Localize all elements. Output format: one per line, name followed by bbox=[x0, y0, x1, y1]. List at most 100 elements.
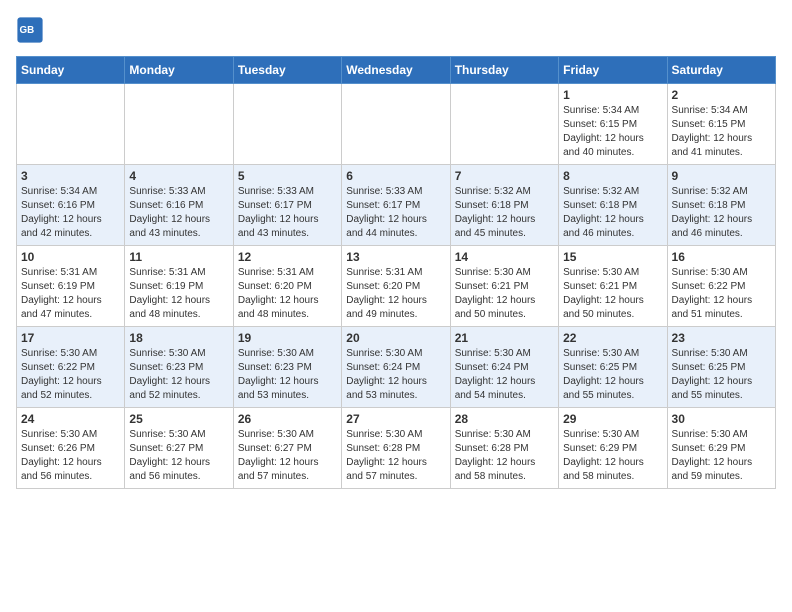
day-info: Sunrise: 5:31 AM Sunset: 6:19 PM Dayligh… bbox=[21, 266, 120, 322]
calendar-cell bbox=[125, 84, 233, 165]
day-number: 20 bbox=[346, 331, 445, 345]
calendar-cell: 11 Sunrise: 5:31 AM Sunset: 6:19 PM Dayli… bbox=[125, 246, 233, 327]
day-number: 21 bbox=[455, 331, 554, 345]
calendar-cell: 8 Sunrise: 5:32 AM Sunset: 6:18 PM Daylig… bbox=[559, 165, 667, 246]
day-info: Sunrise: 5:31 AM Sunset: 6:19 PM Dayligh… bbox=[129, 266, 228, 322]
day-info: Sunrise: 5:34 AM Sunset: 6:15 PM Dayligh… bbox=[672, 104, 771, 160]
calendar-cell: 30 Sunrise: 5:30 AM Sunset: 6:29 PM Dayli… bbox=[667, 408, 775, 489]
logo: GB bbox=[16, 16, 48, 44]
day-number: 6 bbox=[346, 169, 445, 183]
day-number: 9 bbox=[672, 169, 771, 183]
calendar-cell: 20 Sunrise: 5:30 AM Sunset: 6:24 PM Dayli… bbox=[342, 327, 450, 408]
calendar-cell bbox=[342, 84, 450, 165]
calendar-cell: 28 Sunrise: 5:30 AM Sunset: 6:28 PM Dayli… bbox=[450, 408, 558, 489]
calendar-week-5: 24 Sunrise: 5:30 AM Sunset: 6:26 PM Dayli… bbox=[17, 408, 776, 489]
day-info: Sunrise: 5:30 AM Sunset: 6:29 PM Dayligh… bbox=[672, 428, 771, 484]
header-cell-sunday: Sunday bbox=[17, 57, 125, 84]
day-info: Sunrise: 5:30 AM Sunset: 6:28 PM Dayligh… bbox=[346, 428, 445, 484]
day-info: Sunrise: 5:30 AM Sunset: 6:23 PM Dayligh… bbox=[238, 347, 337, 403]
calendar-cell: 22 Sunrise: 5:30 AM Sunset: 6:25 PM Dayli… bbox=[559, 327, 667, 408]
day-info: Sunrise: 5:30 AM Sunset: 6:28 PM Dayligh… bbox=[455, 428, 554, 484]
calendar-cell: 23 Sunrise: 5:30 AM Sunset: 6:25 PM Dayli… bbox=[667, 327, 775, 408]
day-number: 14 bbox=[455, 250, 554, 264]
calendar-week-1: 1 Sunrise: 5:34 AM Sunset: 6:15 PM Daylig… bbox=[17, 84, 776, 165]
calendar-cell: 15 Sunrise: 5:30 AM Sunset: 6:21 PM Dayli… bbox=[559, 246, 667, 327]
calendar-table: SundayMondayTuesdayWednesdayThursdayFrid… bbox=[16, 56, 776, 489]
day-number: 22 bbox=[563, 331, 662, 345]
day-number: 19 bbox=[238, 331, 337, 345]
header-cell-saturday: Saturday bbox=[667, 57, 775, 84]
calendar-cell: 2Sunrise: 5:34 AM Sunset: 6:15 PM Daylig… bbox=[667, 84, 775, 165]
calendar-cell bbox=[17, 84, 125, 165]
day-number: 5 bbox=[238, 169, 337, 183]
day-info: Sunrise: 5:30 AM Sunset: 6:23 PM Dayligh… bbox=[129, 347, 228, 403]
day-info: Sunrise: 5:32 AM Sunset: 6:18 PM Dayligh… bbox=[563, 185, 662, 241]
calendar-cell: 1 Sunrise: 5:34 AM Sunset: 6:15 PM Daylig… bbox=[559, 84, 667, 165]
calendar-cell: 9 Sunrise: 5:32 AM Sunset: 6:18 PM Daylig… bbox=[667, 165, 775, 246]
day-number: 29 bbox=[563, 412, 662, 426]
calendar-cell: 25 Sunrise: 5:30 AM Sunset: 6:27 PM Dayli… bbox=[125, 408, 233, 489]
calendar-week-4: 17Sunrise: 5:30 AM Sunset: 6:22 PM Dayli… bbox=[17, 327, 776, 408]
calendar-week-2: 3 Sunrise: 5:34 AM Sunset: 6:16 PM Daylig… bbox=[17, 165, 776, 246]
day-number: 18 bbox=[129, 331, 228, 345]
day-number: 23 bbox=[672, 331, 771, 345]
calendar-cell bbox=[233, 84, 341, 165]
calendar-cell: 13 Sunrise: 5:31 AM Sunset: 6:20 PM Dayli… bbox=[342, 246, 450, 327]
day-number: 28 bbox=[455, 412, 554, 426]
calendar-cell: 12 Sunrise: 5:31 AM Sunset: 6:20 PM Dayli… bbox=[233, 246, 341, 327]
day-number: 26 bbox=[238, 412, 337, 426]
day-info: Sunrise: 5:30 AM Sunset: 6:25 PM Dayligh… bbox=[672, 347, 771, 403]
day-number: 8 bbox=[563, 169, 662, 183]
day-info: Sunrise: 5:30 AM Sunset: 6:21 PM Dayligh… bbox=[563, 266, 662, 322]
day-number: 7 bbox=[455, 169, 554, 183]
day-info: Sunrise: 5:31 AM Sunset: 6:20 PM Dayligh… bbox=[238, 266, 337, 322]
day-info: Sunrise: 5:30 AM Sunset: 6:24 PM Dayligh… bbox=[455, 347, 554, 403]
day-number: 13 bbox=[346, 250, 445, 264]
day-info: Sunrise: 5:34 AM Sunset: 6:16 PM Dayligh… bbox=[21, 185, 120, 241]
calendar-week-3: 10 Sunrise: 5:31 AM Sunset: 6:19 PM Dayli… bbox=[17, 246, 776, 327]
calendar-cell: 18 Sunrise: 5:30 AM Sunset: 6:23 PM Dayli… bbox=[125, 327, 233, 408]
calendar-cell: 4Sunrise: 5:33 AM Sunset: 6:16 PM Daylig… bbox=[125, 165, 233, 246]
day-number: 25 bbox=[129, 412, 228, 426]
calendar-cell: 17Sunrise: 5:30 AM Sunset: 6:22 PM Dayli… bbox=[17, 327, 125, 408]
calendar-cell: 19 Sunrise: 5:30 AM Sunset: 6:23 PM Dayli… bbox=[233, 327, 341, 408]
calendar-header-row: SundayMondayTuesdayWednesdayThursdayFrid… bbox=[17, 57, 776, 84]
day-number: 4 bbox=[129, 169, 228, 183]
day-number: 27 bbox=[346, 412, 445, 426]
day-info: Sunrise: 5:30 AM Sunset: 6:24 PM Dayligh… bbox=[346, 347, 445, 403]
day-info: Sunrise: 5:33 AM Sunset: 6:17 PM Dayligh… bbox=[238, 185, 337, 241]
calendar-cell: 27 Sunrise: 5:30 AM Sunset: 6:28 PM Dayli… bbox=[342, 408, 450, 489]
day-info: Sunrise: 5:34 AM Sunset: 6:15 PM Dayligh… bbox=[563, 104, 662, 160]
day-info: Sunrise: 5:30 AM Sunset: 6:22 PM Dayligh… bbox=[21, 347, 120, 403]
day-number: 12 bbox=[238, 250, 337, 264]
day-info: Sunrise: 5:30 AM Sunset: 6:22 PM Dayligh… bbox=[672, 266, 771, 322]
calendar-cell: 14Sunrise: 5:30 AM Sunset: 6:21 PM Dayli… bbox=[450, 246, 558, 327]
day-info: Sunrise: 5:30 AM Sunset: 6:25 PM Dayligh… bbox=[563, 347, 662, 403]
header-cell-wednesday: Wednesday bbox=[342, 57, 450, 84]
day-number: 3 bbox=[21, 169, 120, 183]
day-info: Sunrise: 5:32 AM Sunset: 6:18 PM Dayligh… bbox=[455, 185, 554, 241]
calendar-cell: 3 Sunrise: 5:34 AM Sunset: 6:16 PM Daylig… bbox=[17, 165, 125, 246]
day-number: 30 bbox=[672, 412, 771, 426]
day-number: 1 bbox=[563, 88, 662, 102]
calendar-cell bbox=[450, 84, 558, 165]
day-number: 11 bbox=[129, 250, 228, 264]
day-info: Sunrise: 5:31 AM Sunset: 6:20 PM Dayligh… bbox=[346, 266, 445, 322]
header-cell-friday: Friday bbox=[559, 57, 667, 84]
day-info: Sunrise: 5:30 AM Sunset: 6:29 PM Dayligh… bbox=[563, 428, 662, 484]
day-info: Sunrise: 5:30 AM Sunset: 6:27 PM Dayligh… bbox=[238, 428, 337, 484]
day-info: Sunrise: 5:32 AM Sunset: 6:18 PM Dayligh… bbox=[672, 185, 771, 241]
day-number: 10 bbox=[21, 250, 120, 264]
calendar-cell: 29 Sunrise: 5:30 AM Sunset: 6:29 PM Dayli… bbox=[559, 408, 667, 489]
header-cell-tuesday: Tuesday bbox=[233, 57, 341, 84]
calendar-cell: 5 Sunrise: 5:33 AM Sunset: 6:17 PM Daylig… bbox=[233, 165, 341, 246]
header-cell-thursday: Thursday bbox=[450, 57, 558, 84]
svg-text:GB: GB bbox=[20, 25, 35, 36]
day-number: 24 bbox=[21, 412, 120, 426]
day-info: Sunrise: 5:30 AM Sunset: 6:26 PM Dayligh… bbox=[21, 428, 120, 484]
day-number: 16 bbox=[672, 250, 771, 264]
calendar-cell: 16 Sunrise: 5:30 AM Sunset: 6:22 PM Dayli… bbox=[667, 246, 775, 327]
day-number: 15 bbox=[563, 250, 662, 264]
day-info: Sunrise: 5:30 AM Sunset: 6:27 PM Dayligh… bbox=[129, 428, 228, 484]
day-info: Sunrise: 5:33 AM Sunset: 6:17 PM Dayligh… bbox=[346, 185, 445, 241]
